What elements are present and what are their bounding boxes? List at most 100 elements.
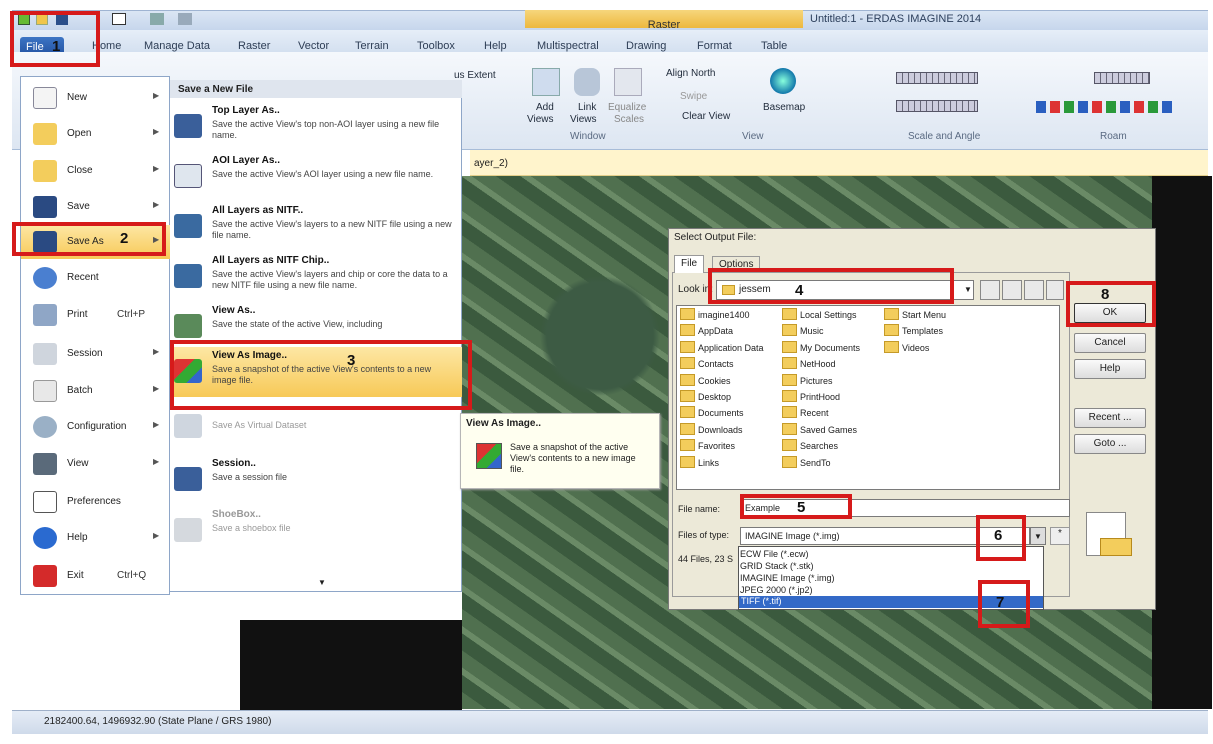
menu-item-batch[interactable]: Batch ▶ [21,374,171,408]
details-view-icon[interactable] [1046,280,1064,300]
chevron-right-icon: ▶ [153,164,160,173]
add-views-icon[interactable] [532,68,560,96]
step-1-number: 1 [52,38,61,55]
menu-item-open[interactable]: Open ▶ [21,117,171,151]
cancel-button[interactable]: Cancel [1074,333,1146,353]
tab-help[interactable]: Help [484,40,507,52]
submenu-all-layers-nitf-chip[interactable]: All Layers as NITF Chip.. Save the active… [170,252,462,302]
file-list-item[interactable]: Searches [782,439,838,451]
file-list-item[interactable]: My Documents [782,341,860,353]
submenu-session[interactable]: Session.. Save a session file [170,455,462,505]
file-list-item[interactable]: Desktop [680,390,731,402]
scroll-down-arrow-icon[interactable]: ▼ [318,578,326,587]
clear-view-button[interactable]: Clear View [682,111,730,122]
file-list-item[interactable]: Saved Games [782,423,857,435]
menu-item-configuration[interactable]: Configuration ▶ [21,410,171,444]
menu-item-new[interactable]: New ▶ [21,81,171,115]
submenu-virtual-dataset[interactable]: Save As Virtual Dataset [170,408,462,438]
chevron-right-icon: ▶ [153,347,160,356]
align-north-button[interactable]: Align North [666,68,715,79]
filter-star-icon[interactable]: * [1050,527,1070,545]
link-views-label[interactable]: Views [570,114,597,125]
select-icon[interactable] [112,13,126,25]
roam-group-label: Roam [1100,131,1127,142]
file-list-item[interactable]: Downloads [680,423,743,435]
file-list-item[interactable]: Links [680,456,719,468]
scale-slider[interactable] [896,72,978,84]
menu-item-recent[interactable]: Recent [21,261,171,295]
menu-item-view[interactable]: View ▶ [21,447,171,481]
submenu-shoebox[interactable]: ShoeBox.. Save a shoebox file [170,506,462,556]
chevron-right-icon: ▶ [153,91,160,100]
add-views-label[interactable]: Views [527,114,554,125]
top-layer-icon [174,114,202,138]
menu-item-session[interactable]: Session ▶ [21,337,171,371]
tab-raster[interactable]: Raster [238,40,270,52]
file-type-option[interactable]: ECW File (*.ecw) [740,549,809,559]
file-type-option[interactable]: GRID Stack (*.stk) [740,561,814,571]
file-list-item[interactable]: Application Data [680,341,764,353]
file-list-item[interactable]: AppData [680,324,733,336]
coordinate-readout: 2182400.64, 1496932.90 (State Plane / GR… [44,716,272,727]
submenu-top-layer-as[interactable]: Top Layer As.. Save the active View's top… [170,102,462,152]
menu-item-save[interactable]: Save ▶ [21,190,171,224]
help-button[interactable]: Help [1074,359,1146,379]
step-8-highlight [1066,281,1156,327]
basemap-icon[interactable] [770,68,796,94]
tooltip-title: View As Image.. [466,418,542,429]
file-list-item[interactable]: Local Settings [782,308,857,320]
basemap-label[interactable]: Basemap [763,102,805,113]
file-list-item[interactable]: Start Menu [884,308,946,320]
zoom-icon[interactable] [150,13,164,25]
swipe-button[interactable]: Swipe [680,91,707,102]
file-list-item[interactable]: Templates [884,324,943,336]
new-folder-icon[interactable] [1002,280,1022,300]
chevron-down-icon[interactable]: ▼ [1030,527,1046,545]
recent-button[interactable]: Recent ... [1074,408,1146,428]
file-list-item[interactable]: Pictures [782,374,833,386]
viewer-layer-tab[interactable]: ayer_2) [474,158,508,169]
menu-item-print[interactable]: Print Ctrl+P [21,298,171,332]
file-list-item[interactable]: Documents [680,406,744,418]
up-folder-icon[interactable] [980,280,1000,300]
file-list-item[interactable]: Cookies [680,374,731,386]
file-type-option[interactable]: IMAGINE Image (*.img) [740,573,835,583]
menu-item-help[interactable]: Help ▶ [21,521,171,555]
file-list-item[interactable]: Videos [884,341,929,353]
angle-slider[interactable] [896,100,978,112]
file-list-item[interactable]: Recent [782,406,829,418]
submenu-aoi-layer-as[interactable]: AOI Layer As.. Save the active View's AOI… [170,152,462,202]
tab-file-dialog[interactable]: File [674,255,704,273]
roam-playback-controls[interactable] [1036,101,1174,113]
pan-icon[interactable] [178,13,192,25]
equalize-label[interactable]: Equalize [608,102,646,113]
tab-table[interactable]: Table [761,40,787,52]
tab-terrain[interactable]: Terrain [355,40,389,52]
list-view-icon[interactable] [1024,280,1044,300]
tab-vector[interactable]: Vector [298,40,329,52]
file-list-item[interactable]: imagine1400 [680,308,750,320]
step-2-highlight [12,222,166,256]
tab-multispectral[interactable]: Multispectral [537,40,599,52]
menu-item-preferences[interactable]: Preferences [21,485,171,519]
file-list-item[interactable]: Favorites [680,439,735,451]
tab-manage-data[interactable]: Manage Data [144,40,210,52]
goto-button[interactable]: Goto ... [1074,434,1146,454]
tab-toolbox[interactable]: Toolbox [417,40,455,52]
file-list-item[interactable]: PrintHood [782,390,840,402]
file-list-item[interactable]: Music [782,324,824,336]
tab-format[interactable]: Format [697,40,732,52]
menu-item-exit[interactable]: Exit Ctrl+Q [21,559,171,593]
file-list[interactable] [676,305,1060,490]
link-views-icon[interactable] [574,68,600,96]
file-list-item[interactable]: SendTo [782,456,831,468]
menu-item-close[interactable]: Close ▶ [21,154,171,188]
file-list-item[interactable]: Contacts [680,357,734,369]
tab-drawing[interactable]: Drawing [626,40,666,52]
roam-slider[interactable] [1094,72,1150,84]
file-type-option[interactable]: JPEG 2000 (*.jp2) [740,585,813,595]
submenu-all-layers-nitf[interactable]: All Layers as NITF.. Save the active View… [170,202,462,252]
equalize-scales-icon[interactable] [614,68,642,96]
file-list-item[interactable]: NetHood [782,357,836,369]
chevron-down-icon[interactable]: ▼ [964,285,972,294]
